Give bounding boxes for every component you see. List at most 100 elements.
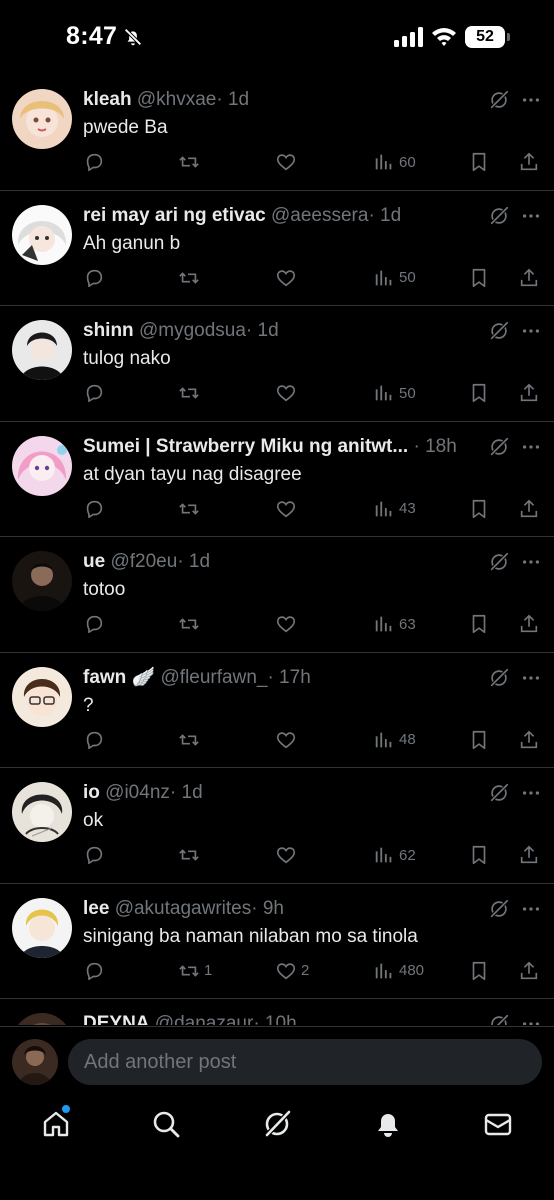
grok-icon[interactable] — [488, 205, 510, 227]
views-button[interactable]: 50 — [373, 265, 416, 291]
like-button[interactable] — [275, 496, 301, 522]
reply-button[interactable] — [83, 149, 109, 175]
reply-button[interactable] — [83, 727, 109, 753]
reply-feed[interactable]: kleah @khvxae· 1d pwede Ba 60 rei may ari n… — [0, 75, 554, 1025]
reply-post[interactable]: kleah @khvxae· 1d pwede Ba 60 — [0, 75, 554, 191]
more-icon[interactable] — [520, 667, 542, 689]
views-button[interactable]: 62 — [373, 842, 416, 868]
views-button[interactable]: 480 — [373, 958, 424, 984]
more-icon[interactable] — [520, 436, 542, 458]
handle[interactable]: @khvxae — [137, 89, 217, 110]
repost-button[interactable] — [178, 265, 204, 291]
reply-post[interactable]: ue @f20eu· 1d totoo 63 — [0, 537, 554, 653]
display-name[interactable]: fawn 🪽 — [83, 667, 155, 688]
more-icon[interactable] — [520, 89, 542, 111]
grok-icon[interactable] — [488, 667, 510, 689]
avatar[interactable] — [12, 1013, 72, 1025]
reply-post[interactable]: rei may ari ng etivac @aeessera· 1d Ah ga… — [0, 191, 554, 306]
display-name[interactable]: io — [83, 782, 100, 803]
more-icon[interactable] — [520, 320, 542, 342]
display-name[interactable]: lee — [83, 898, 109, 919]
like-button[interactable] — [275, 149, 301, 175]
bookmark-button[interactable] — [468, 611, 490, 637]
like-button[interactable] — [275, 380, 301, 406]
bookmark-button[interactable] — [468, 149, 490, 175]
share-button[interactable] — [518, 958, 540, 984]
handle[interactable]: @danazaur — [155, 1013, 254, 1025]
display-name[interactable]: shinn — [83, 320, 134, 341]
grok-icon[interactable] — [488, 89, 510, 111]
avatar[interactable] — [12, 320, 72, 380]
reply-button[interactable] — [83, 842, 109, 868]
like-button[interactable] — [275, 265, 301, 291]
reply-button[interactable] — [83, 611, 109, 637]
bookmark-button[interactable] — [468, 265, 490, 291]
grok-icon[interactable] — [262, 1109, 292, 1139]
reply-post[interactable]: fawn 🪽 @fleurfawn_· 17h? 48 — [0, 653, 554, 768]
avatar[interactable] — [12, 782, 72, 842]
grok-icon[interactable] — [488, 782, 510, 804]
reply-post[interactable]: DEYNA @danazaur· 10h — [0, 999, 554, 1025]
own-avatar[interactable] — [12, 1039, 58, 1085]
grok-icon[interactable] — [488, 551, 510, 573]
messages-icon[interactable] — [483, 1109, 513, 1139]
avatar[interactable] — [12, 89, 72, 149]
avatar[interactable] — [12, 435, 72, 496]
display-name[interactable]: kleah — [83, 89, 132, 110]
handle[interactable]: @mygodsua — [139, 320, 246, 341]
reply-post[interactable]: shinn @mygodsua· 1d tulog nako 50 — [0, 306, 554, 422]
views-button[interactable]: 60 — [373, 149, 416, 175]
repost-button[interactable] — [178, 727, 204, 753]
views-button[interactable]: 63 — [373, 611, 416, 637]
handle[interactable]: @aeessera — [271, 205, 368, 226]
search-icon[interactable] — [151, 1109, 181, 1139]
reply-button[interactable] — [83, 496, 109, 522]
more-icon[interactable] — [520, 782, 542, 804]
share-button[interactable] — [518, 149, 540, 175]
share-button[interactable] — [518, 727, 540, 753]
grok-icon[interactable] — [488, 320, 510, 342]
grok-icon[interactable] — [488, 898, 510, 920]
display-name[interactable]: rei may ari ng etivac — [83, 205, 266, 226]
bookmark-button[interactable] — [468, 958, 490, 984]
share-button[interactable] — [518, 842, 540, 868]
avatar[interactable] — [12, 204, 72, 265]
more-icon[interactable] — [520, 551, 542, 573]
like-button[interactable] — [275, 611, 301, 637]
display-name[interactable]: ue — [83, 551, 105, 572]
repost-button[interactable] — [178, 380, 204, 406]
handle[interactable]: @akutagawrites — [115, 898, 252, 919]
share-button[interactable] — [518, 265, 540, 291]
handle[interactable]: @fleurfawn_ — [161, 667, 268, 688]
like-button[interactable] — [275, 842, 301, 868]
display-name[interactable]: DEYNA — [83, 1013, 150, 1025]
share-button[interactable] — [518, 611, 540, 637]
bookmark-button[interactable] — [468, 380, 490, 406]
display-name[interactable]: Sumei | Strawberry Miku ng anitwt... — [83, 436, 408, 457]
handle[interactable]: @i04nz — [105, 782, 170, 803]
bookmark-button[interactable] — [468, 842, 490, 868]
like-button[interactable] — [275, 727, 301, 753]
reply-post[interactable]: lee @akutagawrites· 9h sinigang ba naman … — [0, 884, 554, 999]
notifications-icon[interactable] — [373, 1109, 403, 1139]
repost-button[interactable]: 1 — [178, 958, 212, 984]
views-button[interactable]: 50 — [373, 380, 416, 406]
reply-button[interactable] — [83, 380, 109, 406]
grok-icon[interactable] — [488, 436, 510, 458]
repost-button[interactable] — [178, 611, 204, 637]
handle[interactable]: @f20eu — [110, 551, 177, 572]
bookmark-button[interactable] — [468, 496, 490, 522]
repost-button[interactable] — [178, 842, 204, 868]
reply-post[interactable]: io @i04nz· 1d ok 62 — [0, 768, 554, 884]
avatar[interactable] — [12, 551, 72, 611]
more-icon[interactable] — [520, 898, 542, 920]
repost-button[interactable] — [178, 496, 204, 522]
bookmark-button[interactable] — [468, 727, 490, 753]
reply-post[interactable]: Sumei | Strawberry Miku ng anitwt... · 1… — [0, 422, 554, 537]
like-button[interactable]: 2 — [275, 958, 309, 984]
more-icon[interactable] — [520, 205, 542, 227]
add-post-input[interactable]: Add another post — [68, 1039, 542, 1085]
home-icon[interactable] — [41, 1109, 71, 1139]
reply-button[interactable] — [83, 265, 109, 291]
avatar[interactable] — [12, 666, 72, 727]
